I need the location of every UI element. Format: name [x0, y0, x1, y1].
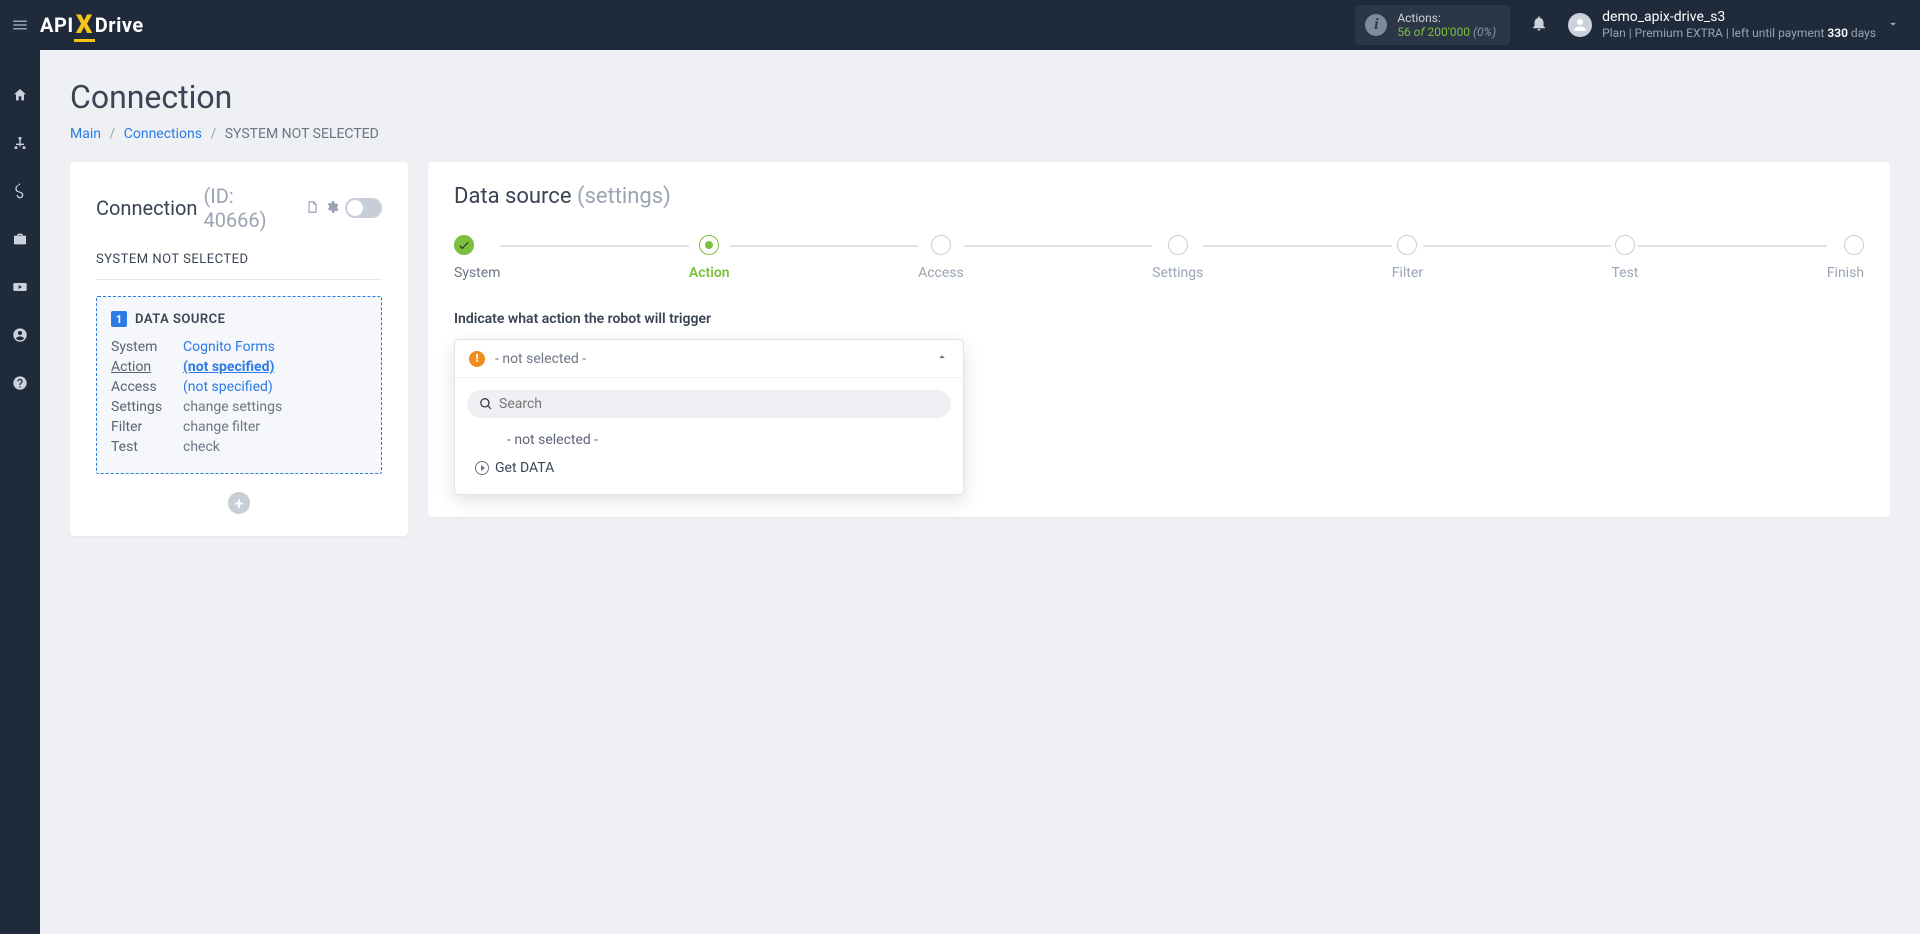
hamburger-icon	[11, 16, 29, 34]
chevron-down-icon	[1886, 17, 1900, 31]
plan-prefix: Plan |	[1602, 26, 1632, 40]
step-filter[interactable]: Filter	[1392, 235, 1423, 281]
breadcrumb-main[interactable]: Main	[70, 126, 101, 142]
breadcrumb-current: SYSTEM NOT SELECTED	[225, 126, 379, 142]
sidebar-item-connections[interactable]	[0, 128, 40, 158]
action-dropdown: ! - not selected - - not selected - Get …	[454, 339, 964, 495]
left-sidebar	[0, 50, 40, 934]
settings-button[interactable]	[325, 199, 339, 218]
connection-summary-card: Connection (ID: 40666) SYSTEM NOT SELECT…	[70, 162, 408, 536]
datasource-row-test[interactable]: Test check	[111, 437, 367, 457]
sitemap-icon	[12, 135, 28, 151]
app-logo[interactable]: API X Drive	[40, 10, 144, 40]
datasource-row-settings[interactable]: Settings change settings	[111, 397, 367, 417]
sidebar-item-home[interactable]	[0, 80, 40, 110]
briefcase-icon	[12, 231, 28, 247]
plan-name: Premium EXTRA	[1635, 26, 1723, 40]
bell-icon	[1530, 14, 1548, 32]
datasource-row-filter[interactable]: Filter change filter	[111, 417, 367, 437]
step-system[interactable]: System	[454, 235, 500, 281]
plan-days: 330	[1827, 26, 1848, 40]
info-icon: i	[1365, 14, 1387, 36]
check-icon	[457, 238, 471, 252]
datasource-heading: DATA SOURCE	[135, 312, 226, 327]
user-menu[interactable]: demo_apix-drive_s3 Plan | Premium EXTRA …	[1568, 8, 1876, 42]
sidebar-item-account[interactable]	[0, 320, 40, 350]
dropdown-option-get-data[interactable]: Get DATA	[467, 454, 951, 482]
step-action[interactable]: Action	[689, 235, 730, 281]
logo-text-drive: Drive	[95, 13, 144, 37]
main-card-title: Data source	[454, 184, 572, 209]
user-text: demo_apix-drive_s3 Plan | Premium EXTRA …	[1602, 8, 1876, 42]
step-access[interactable]: Access	[918, 235, 964, 281]
dropdown-selected-value: - not selected -	[495, 351, 586, 367]
chevron-up-icon	[935, 349, 949, 368]
step-number-badge: 1	[111, 311, 127, 327]
top-header: API X Drive i Actions: 56 of 200'000 (0%…	[0, 0, 1920, 50]
warning-icon: !	[469, 351, 485, 367]
actions-total: 200'000	[1427, 25, 1470, 39]
menu-toggle-button[interactable]	[0, 0, 40, 50]
datasource-row-system[interactable]: System Cognito Forms	[111, 337, 367, 357]
actions-of: of	[1414, 25, 1425, 39]
datasource-block: 1 DATA SOURCE System Cognito Forms Actio…	[96, 296, 382, 474]
add-step-button[interactable]: +	[228, 492, 250, 514]
main-card-subtitle: (settings)	[577, 184, 671, 209]
gear-icon	[325, 200, 339, 214]
sidebar-item-tools[interactable]	[0, 224, 40, 254]
home-icon	[12, 87, 28, 103]
play-icon	[475, 461, 489, 475]
actions-text: Actions: 56 of 200'000 (0%)	[1397, 11, 1496, 40]
logo-text-api: API	[40, 13, 74, 37]
step-test[interactable]: Test	[1611, 235, 1638, 281]
connection-enable-toggle[interactable]	[345, 198, 382, 218]
notifications-button[interactable]	[1530, 14, 1548, 36]
actions-counter[interactable]: i Actions: 56 of 200'000 (0%)	[1355, 5, 1510, 46]
page-title: Connection	[70, 78, 1890, 116]
user-circle-icon	[12, 327, 28, 343]
dropdown-search[interactable]	[467, 390, 951, 418]
breadcrumb-connections[interactable]: Connections	[124, 126, 202, 142]
avatar-icon	[1568, 13, 1592, 37]
search-icon	[479, 397, 493, 411]
action-field-label: Indicate what action the robot will trig…	[454, 311, 1864, 327]
step-progress: System Action Access Setti	[454, 235, 1864, 281]
logo-x-icon: X	[76, 10, 93, 40]
plan-suffix: | left until payment	[1726, 26, 1825, 40]
plus-icon: +	[235, 494, 244, 513]
actions-used: 56	[1397, 25, 1411, 39]
username: demo_apix-drive_s3	[1602, 8, 1876, 26]
connection-id: (ID: 40666)	[203, 184, 299, 232]
sidebar-item-video[interactable]	[0, 272, 40, 302]
document-icon	[305, 200, 319, 214]
dollar-icon	[12, 183, 28, 199]
breadcrumb: Main / Connections / SYSTEM NOT SELECTED	[70, 126, 1890, 142]
connection-subtitle: SYSTEM NOT SELECTED	[96, 252, 382, 267]
step-settings[interactable]: Settings	[1152, 235, 1203, 281]
main-content: Connection Main / Connections / SYSTEM N…	[40, 50, 1920, 934]
actions-pct: (0%)	[1473, 25, 1496, 39]
dropdown-search-input[interactable]	[499, 396, 939, 412]
dropdown-option-none[interactable]: - not selected -	[467, 426, 951, 454]
sidebar-item-billing[interactable]	[0, 176, 40, 206]
sidebar-item-help[interactable]	[0, 368, 40, 398]
youtube-icon	[12, 279, 28, 295]
actions-label: Actions:	[1397, 11, 1496, 25]
datasource-row-action[interactable]: Action (not specified)	[111, 357, 367, 377]
dropdown-toggle[interactable]: ! - not selected -	[455, 340, 963, 378]
question-icon	[12, 375, 28, 391]
datasource-row-access[interactable]: Access (not specified)	[111, 377, 367, 397]
user-menu-chevron[interactable]	[1876, 16, 1910, 35]
datasource-settings-card: Data source (settings) System Action	[428, 162, 1890, 517]
step-finish[interactable]: Finish	[1827, 235, 1864, 281]
plan-days-word: days	[1851, 26, 1876, 40]
copy-button[interactable]	[305, 199, 319, 218]
connection-card-title: Connection	[96, 196, 197, 220]
